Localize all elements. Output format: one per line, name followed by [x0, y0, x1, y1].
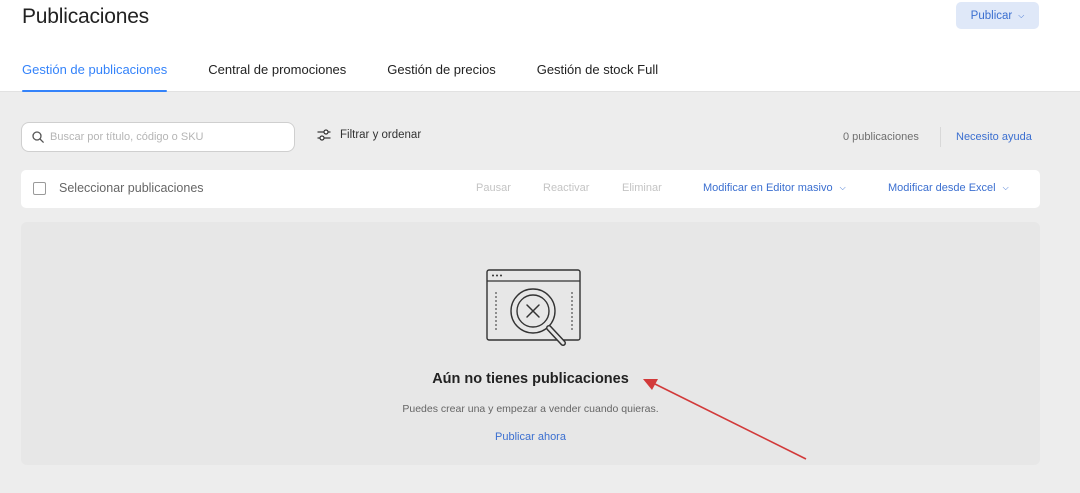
delete-button[interactable]: Eliminar	[622, 182, 662, 194]
empty-state-subtitle: Puedes crear una y empezar a vender cuan…	[402, 403, 659, 415]
reactivate-button[interactable]: Reactivar	[543, 182, 589, 194]
tab-gestion-precios[interactable]: Gestión de precios	[387, 62, 495, 92]
filter-sort-button[interactable]: Filtrar y ordenar	[317, 129, 421, 141]
search-icon	[32, 131, 44, 143]
excel-menu-label: Modificar desde Excel	[888, 182, 996, 194]
tabs-bar: Gestión de publicaciones Central de prom…	[22, 62, 699, 92]
browser-magnifier-empty-icon	[486, 269, 581, 346]
bulk-actions-toolbar: Seleccionar publicaciones Pausar Reactiv…	[21, 170, 1040, 208]
empty-state-panel: Aún no tienes publicaciones Puedes crear…	[21, 222, 1040, 465]
help-link[interactable]: Necesito ayuda	[956, 131, 1032, 143]
empty-state-title: Aún no tienes publicaciones	[432, 371, 629, 387]
results-count: 0 publicaciones	[843, 131, 919, 143]
chevron-down-icon: ⌵	[839, 183, 846, 192]
tab-gestion-publicaciones[interactable]: Gestión de publicaciones	[22, 62, 168, 92]
publicar-button[interactable]: Publicar ⌵	[956, 2, 1039, 29]
bulk-editor-menu[interactable]: Modificar en Editor masivo ⌵	[703, 182, 846, 194]
excel-menu[interactable]: Modificar desde Excel ⌵	[888, 182, 1009, 194]
filter-sort-label: Filtrar y ordenar	[340, 129, 422, 141]
publicar-button-label: Publicar	[970, 9, 1013, 22]
chevron-down-icon: ⌵	[1002, 183, 1009, 192]
bulk-editor-label: Modificar en Editor masivo	[703, 182, 833, 194]
pause-button[interactable]: Pausar	[476, 182, 511, 194]
publish-now-link[interactable]: Publicar ahora	[495, 431, 566, 443]
divider	[940, 127, 941, 147]
page-header: Publicaciones Publicar ⌵ Gestión de publ…	[0, 0, 1080, 92]
search-input[interactable]	[50, 131, 280, 143]
select-all-label: Seleccionar publicaciones	[59, 181, 204, 195]
tab-central-promociones[interactable]: Central de promociones	[208, 62, 346, 92]
search-box[interactable]	[21, 122, 295, 152]
page-title: Publicaciones	[22, 5, 149, 28]
tab-gestion-stock-full[interactable]: Gestión de stock Full	[537, 62, 658, 92]
sliders-icon	[317, 129, 331, 141]
select-all-checkbox[interactable]	[33, 182, 46, 195]
chevron-down-icon: ⌵	[1018, 10, 1025, 20]
